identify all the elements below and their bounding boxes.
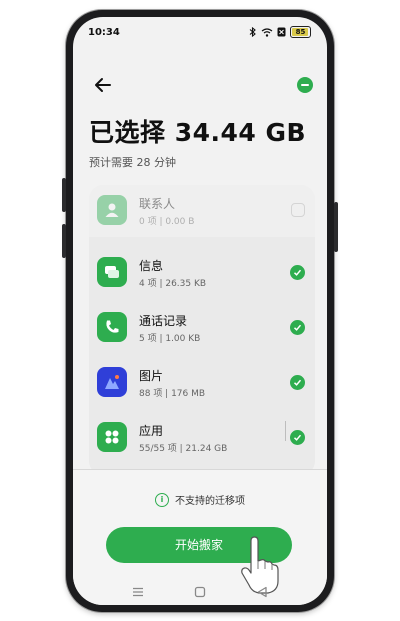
side-button-left bbox=[62, 178, 66, 212]
check-icon[interactable] bbox=[290, 430, 305, 445]
apps-icon bbox=[97, 422, 127, 452]
item-meta: 55/55 项 | 21.24 GB bbox=[139, 444, 228, 454]
message-icon bbox=[97, 257, 127, 287]
list-item-photos[interactable]: 图片 88 项 | 176 MB bbox=[89, 357, 315, 409]
check-icon[interactable] bbox=[290, 265, 305, 280]
back-arrow-icon[interactable] bbox=[91, 73, 115, 97]
screen: 10:34 85 已选择 34.44 GB 预计需要 28 分钟 联系人 0 项… bbox=[73, 17, 327, 605]
item-name: 图片 bbox=[139, 369, 164, 383]
item-meta: 4 项 | 26.35 KB bbox=[139, 279, 207, 289]
unsupported-label: 不支持的迁移项 bbox=[175, 496, 245, 507]
contacts-icon bbox=[97, 195, 127, 225]
home-icon[interactable] bbox=[193, 585, 207, 599]
check-icon[interactable] bbox=[290, 375, 305, 390]
bluetooth-icon bbox=[249, 27, 256, 37]
battery-level: 85 bbox=[295, 28, 306, 36]
item-name: 信息 bbox=[139, 259, 164, 273]
top-bar bbox=[73, 73, 327, 97]
item-meta: 5 项 | 1.00 KB bbox=[139, 334, 201, 344]
item-name: 联系人 bbox=[139, 197, 176, 211]
status-time: 10:34 bbox=[88, 27, 120, 38]
sim-icon bbox=[277, 27, 286, 37]
info-icon: i bbox=[155, 492, 169, 507]
phone-frame: 10:34 85 已选择 34.44 GB 预计需要 28 分钟 联系人 0 项… bbox=[62, 10, 338, 612]
status-icons: 85 bbox=[249, 26, 311, 38]
item-meta: 88 项 | 176 MB bbox=[139, 389, 206, 399]
checkbox-empty-icon[interactable] bbox=[291, 203, 305, 217]
list-item-contacts[interactable]: 联系人 0 项 | 0.00 B bbox=[89, 185, 315, 237]
battery-indicator: 85 bbox=[290, 26, 311, 38]
list-item-messages[interactable]: 信息 4 项 | 26.35 KB bbox=[89, 247, 315, 299]
item-meta: 0 项 | 0.00 B bbox=[139, 217, 195, 227]
side-button-left-2 bbox=[62, 224, 66, 258]
deselect-all-icon[interactable] bbox=[297, 77, 313, 93]
page-title: 已选择 34.44 GB bbox=[89, 118, 307, 147]
phone-icon bbox=[97, 312, 127, 342]
status-bar: 10:34 85 bbox=[73, 17, 327, 47]
side-button-right bbox=[334, 202, 338, 252]
menu-icon[interactable] bbox=[131, 585, 145, 599]
unsupported-items-link[interactable]: i 不支持的迁移项 bbox=[73, 492, 327, 507]
wifi-icon bbox=[261, 27, 273, 37]
item-name: 通话记录 bbox=[139, 314, 188, 328]
list-item-call-log[interactable]: 通话记录 5 项 | 1.00 KB bbox=[89, 302, 315, 354]
check-icon[interactable] bbox=[290, 320, 305, 335]
estimated-time: 预计需要 28 分钟 bbox=[89, 156, 176, 169]
divider bbox=[285, 421, 286, 441]
navigation-bar bbox=[73, 583, 327, 601]
photos-icon bbox=[97, 367, 127, 397]
item-name: 应用 bbox=[139, 424, 164, 438]
item-list: 联系人 0 项 | 0.00 B 信息 4 项 | 26.35 KB 通话记录 … bbox=[89, 185, 315, 475]
back-nav-icon[interactable] bbox=[255, 585, 269, 599]
list-item-apps[interactable]: 应用 55/55 项 | 21.24 GB bbox=[89, 412, 315, 464]
